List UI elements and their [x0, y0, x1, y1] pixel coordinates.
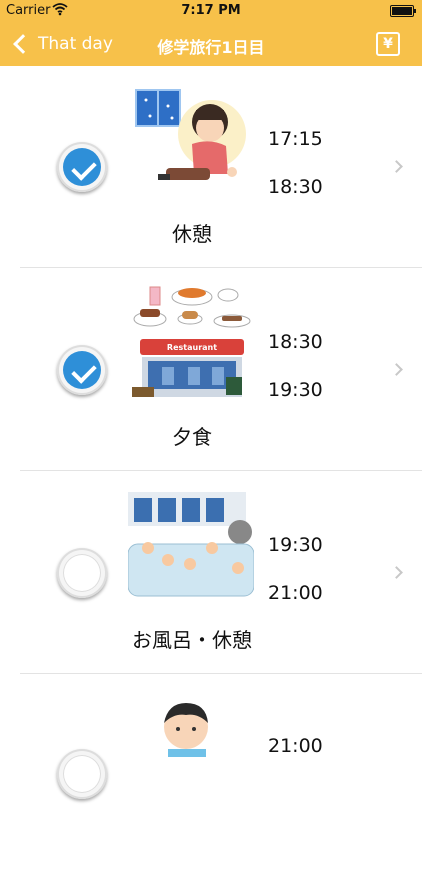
end-time: 19:30 — [268, 379, 323, 401]
unchecked-icon — [63, 554, 101, 592]
item-label: 休憩 — [172, 222, 212, 246]
restaurant-sign-text: Restaurant — [167, 343, 217, 352]
time-range: 21:00 — [268, 735, 323, 783]
time-range: 19:30 21:00 — [268, 534, 323, 630]
chevron-right-icon — [390, 160, 403, 173]
end-time: 18:30 — [268, 176, 323, 198]
end-time: 21:00 — [268, 582, 323, 604]
start-time: 18:30 — [268, 331, 323, 353]
chevron-right-icon — [390, 566, 403, 579]
item-label: 夕食 — [172, 425, 212, 449]
navigation-bar: That day 修学旅行1日目 ¥ — [0, 22, 422, 66]
resting-woman-icon — [128, 86, 254, 204]
yen-icon: ¥ — [383, 36, 393, 52]
unchecked-icon — [63, 755, 101, 793]
schedule-row[interactable]: Restaurant 18:30 19:30 夕食 — [0, 269, 422, 472]
boy-icon — [128, 697, 254, 815]
row-divider — [20, 673, 422, 674]
battery-icon — [390, 5, 416, 17]
row-divider — [20, 470, 422, 471]
checkmark-button[interactable] — [57, 142, 107, 192]
yen-button[interactable]: ¥ — [376, 32, 400, 56]
start-time: 21:00 — [268, 735, 323, 757]
schedule-row[interactable]: 21:00 — [0, 675, 422, 878]
public-bath-icon — [127, 488, 255, 606]
status-time: 7:17 PM — [181, 3, 241, 18]
time-range: 18:30 19:30 — [268, 331, 323, 427]
page-title: 修学旅行1日目 — [157, 38, 265, 57]
status-bar: Carrier 7:17 PM — [0, 0, 422, 22]
check-icon — [71, 155, 97, 181]
item-label: お風呂・休憩 — [132, 628, 252, 652]
start-time: 19:30 — [268, 534, 323, 556]
time-range: 17:15 18:30 — [268, 128, 323, 224]
schedule-row[interactable]: 19:30 21:00 お風呂・休憩 — [0, 472, 422, 675]
checkmark-button[interactable] — [57, 345, 107, 395]
restaurant-icon: Restaurant — [128, 283, 254, 401]
check-icon — [71, 358, 97, 384]
chevron-right-icon — [390, 363, 403, 376]
schedule-row[interactable]: 17:15 18:30 休憩 — [0, 66, 422, 269]
checkmark-button[interactable] — [57, 749, 107, 799]
row-divider — [20, 267, 422, 268]
checkmark-button[interactable] — [57, 548, 107, 598]
start-time: 17:15 — [268, 128, 323, 150]
